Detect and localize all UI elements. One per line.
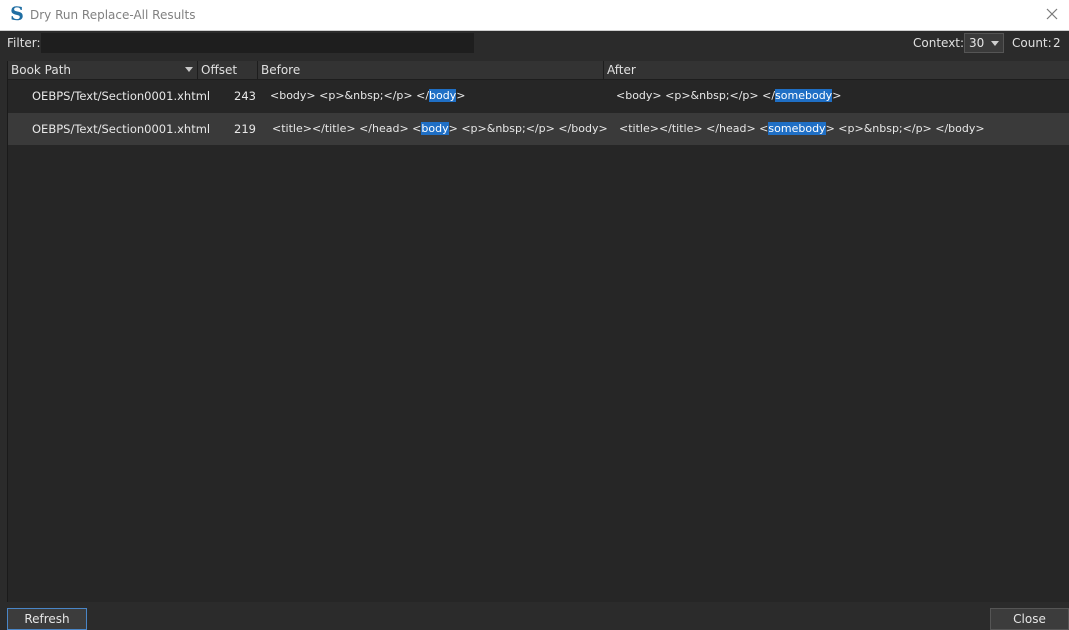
column-header-after[interactable]: After [604, 61, 1069, 79]
dialog-footer: Refresh Close [0, 602, 1069, 630]
before-text: > <p>&nbsp;</p> </body> [448, 122, 608, 135]
before-cell: <body> <p>&nbsp;</p> </body> [270, 80, 465, 112]
before-cell: <title></title> </head> <body> <p>&nbsp;… [272, 113, 608, 145]
close-window-icon[interactable] [1043, 5, 1061, 23]
table-header: Book Path Offset Before After [8, 61, 1069, 80]
replacement-highlight: somebody [768, 122, 826, 135]
close-button[interactable]: Close [990, 608, 1069, 630]
after-cell: <title></title> </head> <somebody> <p>&n… [619, 113, 985, 145]
window-title: Dry Run Replace-All Results [30, 8, 196, 22]
column-header-label: Book Path [11, 63, 72, 77]
column-header-label: After [607, 63, 636, 77]
chevron-down-icon [991, 41, 999, 46]
refresh-button[interactable]: Refresh [7, 608, 87, 630]
count-label: Count: [1012, 36, 1052, 50]
after-text: <title></title> </head> < [619, 122, 769, 135]
match-highlight: body [421, 122, 449, 135]
title-bar: S Dry Run Replace-All Results [0, 0, 1069, 31]
filter-toolbar: Filter: Context: 30 Count: 2 [0, 31, 1069, 57]
filter-label: Filter: [7, 36, 41, 50]
column-header-label: Offset [201, 63, 238, 77]
after-text: <body> <p>&nbsp;</p> </ [616, 89, 776, 102]
table-row[interactable]: OEBPS/Text/Section0001.xhtml 243 <body> … [8, 80, 1069, 112]
before-text: <body> <p>&nbsp;</p> </ [270, 89, 430, 102]
offset-cell: 219 [234, 122, 256, 136]
context-value: 30 [969, 36, 985, 50]
column-header-before[interactable]: Before [258, 61, 604, 79]
sort-descending-icon [185, 67, 193, 72]
after-text: > <p>&nbsp;</p> </body> [825, 122, 985, 135]
context-select[interactable]: 30 [964, 33, 1004, 53]
replacement-highlight: somebody [775, 89, 833, 102]
after-cell: <body> <p>&nbsp;</p> </somebody> [616, 80, 841, 112]
before-text: > [456, 89, 466, 102]
book-path-cell: OEBPS/Text/Section0001.xhtml [32, 122, 211, 136]
offset-cell: 243 [234, 89, 256, 103]
match-highlight: body [429, 89, 457, 102]
column-header-book-path[interactable]: Book Path [8, 61, 198, 79]
filter-input[interactable] [41, 33, 474, 53]
count-value: 2 [1053, 36, 1061, 50]
table-row[interactable]: OEBPS/Text/Section0001.xhtml 219 <title>… [8, 113, 1069, 145]
app-logo-icon: S [10, 3, 24, 25]
results-table: Book Path Offset Before After OEBPS/Text… [7, 61, 1069, 602]
context-label: Context: [913, 36, 965, 50]
before-text: <title></title> </head> < [272, 122, 422, 135]
column-header-label: Before [261, 63, 301, 77]
column-header-offset[interactable]: Offset [198, 61, 258, 79]
after-text: > [832, 89, 842, 102]
book-path-cell: OEBPS/Text/Section0001.xhtml [32, 89, 211, 103]
